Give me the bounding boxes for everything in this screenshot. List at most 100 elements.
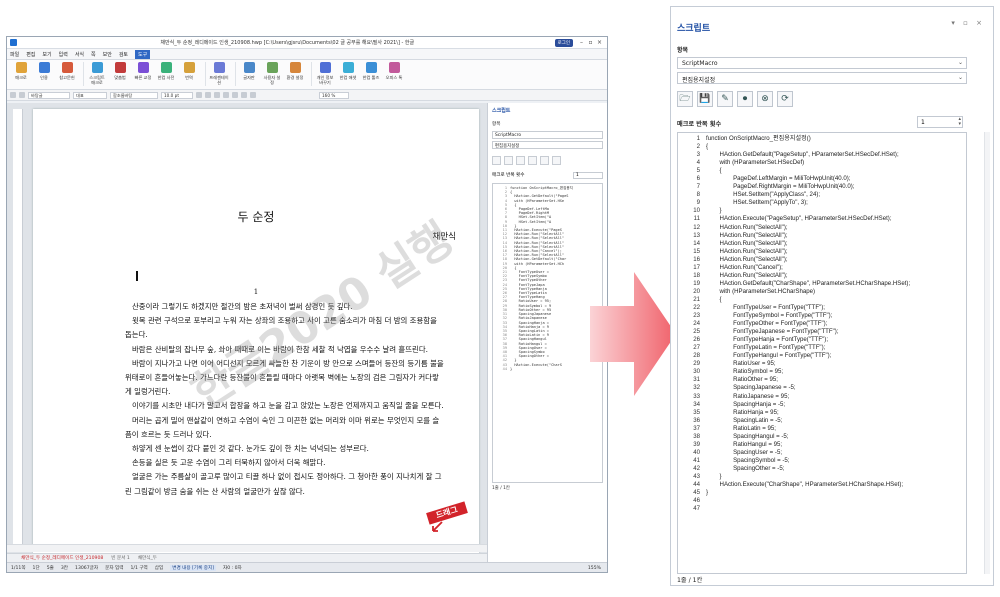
ribbon-button[interactable]: 개인 정보 바꾸기	[315, 62, 335, 85]
paragraph: 머리는 곱게 밀어 맨살같이 연하고 수염이 숙인 그 미끈한 없는 머리와 이…	[125, 415, 440, 439]
ribbon-button[interactable]: 매크로	[11, 62, 31, 80]
menu-item[interactable]: 서식	[75, 51, 84, 58]
code-text: FontTypeHanja = FontType("TTF");	[706, 336, 829, 344]
document-tab[interactable]: 채만식_두 순정_레디메이드 인생_210908	[21, 555, 103, 561]
quick-fix-icon	[137, 62, 149, 73]
ribbon-separator	[83, 62, 84, 86]
script-select[interactable]: ScriptMacro ⌄	[677, 57, 967, 69]
ribbon-button[interactable]: 빠른 교정	[133, 62, 153, 80]
line-number: 5	[696, 167, 700, 175]
underline-icon[interactable]	[214, 92, 220, 98]
code-scrollbar[interactable]	[984, 132, 990, 574]
code-text: }	[706, 472, 722, 480]
macro-record-icon[interactable]: ⏺	[737, 91, 753, 107]
code-line: 31 RatioOther = 95;	[678, 376, 966, 384]
maximize-icon[interactable]: ▫	[586, 39, 595, 46]
spinner-icon[interactable]: ▴ ▾	[958, 117, 961, 127]
document-body[interactable]: 산중이라 그렇기도 하겠지만 절간의 밤은 초저녁이 벌써 삼경인 듯 깊다. 윗…	[125, 300, 445, 499]
ribbon-button[interactable]: 오피스 톡	[384, 62, 404, 80]
menu-item[interactable]: 검토	[119, 51, 128, 58]
language-select[interactable]: 대표	[73, 91, 107, 99]
ribbon-button[interactable]: 한컴 사전	[156, 62, 176, 80]
ribbon-button[interactable]: 한컴 툴즈	[361, 62, 381, 80]
document-tab[interactable]: 빈 문서 1	[111, 555, 130, 561]
code-text: HSet.SetItem("ApplyClass", 24);	[706, 191, 821, 199]
menu-item[interactable]: 보기	[42, 51, 51, 58]
macro-run-icon[interactable]	[552, 156, 561, 165]
line-number: 45	[693, 489, 700, 497]
ribbon-button[interactable]: 맞춤법	[110, 62, 130, 80]
code-line: 21 {	[678, 296, 966, 304]
line-number: 38	[693, 432, 700, 440]
script-code-editor-small[interactable]: 1 function OnScriptMacro_편집용지 2{3 HAction.…	[492, 183, 603, 483]
menu-item[interactable]: 편집	[26, 51, 35, 58]
menu-item[interactable]: 파일	[10, 51, 19, 58]
font-select[interactable]: 함초롬바탕	[110, 91, 158, 99]
align-right-icon[interactable]	[250, 92, 256, 98]
ribbon-button[interactable]: 인용	[34, 62, 54, 80]
script-code-editor[interactable]: 1 function OnScriptMacro_편집용지설정() 2{3 HAct…	[677, 132, 967, 574]
macro-delete-icon[interactable]: ⊗	[757, 91, 773, 107]
macro-edit-icon[interactable]: ✎	[717, 91, 733, 107]
ribbon-button[interactable]: 스크립트 매크로	[87, 62, 107, 85]
font-color-icon[interactable]	[223, 92, 229, 98]
repeat-count-input[interactable]: 1 ▴ ▾	[917, 116, 963, 128]
open-folder-icon[interactable]: 🗁	[677, 91, 693, 107]
document-tab[interactable]: 채만식_두	[138, 555, 157, 561]
macro-select[interactable]: 편집용지설정 ⌄	[677, 72, 967, 84]
asset-icon	[342, 62, 354, 73]
line-number: 17	[693, 263, 700, 271]
close-icon[interactable]: ×	[595, 39, 604, 46]
ribbon-button[interactable]: 글자판	[239, 62, 259, 80]
macro-delete-icon[interactable]	[540, 156, 549, 165]
ribbon-button-label: 번역	[185, 75, 193, 80]
panel-window-controls[interactable]: ▾ ▫ ×	[951, 19, 985, 27]
ribbon-button[interactable]: 프레젠테이션	[209, 62, 229, 85]
save-icon[interactable]	[504, 156, 513, 165]
line-number: 16	[693, 255, 700, 263]
talk-icon	[388, 62, 400, 73]
macro-record-icon[interactable]	[528, 156, 537, 165]
menu-item[interactable]: 쪽	[91, 51, 96, 58]
bold-icon[interactable]	[196, 92, 202, 98]
menu-item[interactable]: 입력	[59, 51, 68, 58]
tools-icon	[365, 62, 377, 73]
ribbon-button[interactable]: 환경 설정	[285, 62, 305, 80]
minimize-icon[interactable]: –	[577, 39, 586, 46]
code-text: SpacingUser = -5;	[706, 448, 783, 456]
line-number: 12	[693, 223, 700, 231]
status-zoom[interactable]: 155%	[588, 566, 601, 571]
menu-item[interactable]: 도구	[135, 49, 151, 59]
macro-edit-icon[interactable]	[516, 156, 525, 165]
window-title: 채만식_두 순정_레디메이드 인생_210908.hwp [C:\Users\g…	[160, 40, 415, 46]
save-icon[interactable]: 💾	[697, 91, 713, 107]
font-size-input[interactable]: 10.0 pt	[161, 91, 193, 99]
redo-icon[interactable]	[19, 92, 25, 98]
style-select[interactable]: 바탕글	[28, 91, 70, 99]
repeat-row: 매크로 반복 횟수 1	[488, 170, 607, 181]
italic-icon[interactable]	[205, 92, 211, 98]
undo-icon[interactable]	[10, 92, 16, 98]
status-item[interactable]: 변경 내용 [기록 중지]	[170, 565, 217, 571]
align-center-icon[interactable]	[241, 92, 247, 98]
ribbon-button[interactable]: 번역	[179, 62, 199, 80]
repeat-count-input[interactable]: 1	[573, 172, 603, 179]
code-text: SpacingLatin = -5;	[706, 416, 783, 424]
open-folder-icon[interactable]	[492, 156, 501, 165]
line-number: 37	[693, 424, 700, 432]
macro-run-icon[interactable]: ⟳	[777, 91, 793, 107]
document-page[interactable]: 두 순정 채만식 1 산중이라 그렇기도 하겠지만 절간의 밤은 초저녁이 벌써…	[33, 109, 479, 553]
login-button[interactable]: 로그인	[554, 38, 573, 47]
ribbon-button[interactable]: 사용자 설정	[262, 62, 282, 85]
zoom-select[interactable]: 160 %	[319, 91, 349, 99]
line-number: 18	[693, 271, 700, 279]
horizontal-scrollbar[interactable]	[7, 544, 487, 552]
menu-item[interactable]: 보안	[103, 51, 112, 58]
macro-select[interactable]: 편집용지설정	[492, 141, 603, 149]
code-line: 44}	[495, 367, 601, 371]
script-select[interactable]: ScriptMacro	[492, 131, 603, 139]
align-left-icon[interactable]	[232, 92, 238, 98]
line-number: 47	[693, 505, 700, 513]
ribbon-button[interactable]: 참고문헌	[57, 62, 77, 80]
ribbon-button[interactable]: 한컴 애셋	[338, 62, 358, 80]
